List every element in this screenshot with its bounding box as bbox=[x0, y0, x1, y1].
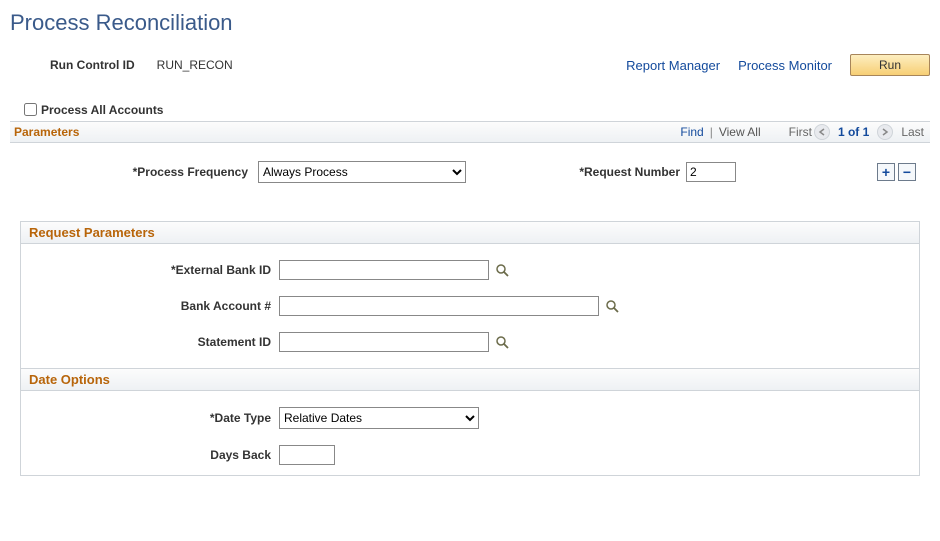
parameters-bar: Parameters Find | View All First 1 of 1 … bbox=[10, 121, 930, 143]
days-back-row: Days Back bbox=[21, 445, 919, 465]
request-number-label: *Request Number bbox=[556, 165, 686, 179]
prev-icon[interactable] bbox=[814, 124, 830, 140]
process-frequency-select[interactable]: Always Process bbox=[258, 161, 466, 183]
request-parameters-section: Request Parameters *External Bank ID Ban… bbox=[20, 221, 920, 476]
lookup-icon[interactable] bbox=[603, 297, 621, 315]
run-control-label: Run Control ID bbox=[50, 58, 135, 72]
process-monitor-link[interactable]: Process Monitor bbox=[738, 58, 832, 73]
statement-id-row: Statement ID bbox=[21, 332, 919, 352]
process-all-checkbox[interactable] bbox=[24, 103, 37, 116]
request-number-input[interactable] bbox=[686, 162, 736, 182]
first-label: First bbox=[789, 125, 812, 139]
run-control-value: RUN_RECON bbox=[157, 58, 233, 72]
add-row-icon[interactable]: + bbox=[877, 163, 895, 181]
run-button[interactable]: Run bbox=[850, 54, 930, 76]
run-control-row: Run Control ID RUN_RECON Report Manager … bbox=[50, 54, 930, 76]
date-type-row: *Date Type Relative Dates bbox=[21, 407, 919, 429]
request-parameters-title: Request Parameters bbox=[21, 222, 919, 244]
process-frequency-label: *Process Frequency bbox=[10, 165, 258, 179]
days-back-input[interactable] bbox=[279, 445, 335, 465]
lookup-icon[interactable] bbox=[493, 261, 511, 279]
external-bank-row: *External Bank ID bbox=[21, 260, 919, 280]
statement-id-label: Statement ID bbox=[21, 335, 279, 349]
bank-account-label: Bank Account # bbox=[21, 299, 279, 313]
delete-row-icon[interactable]: − bbox=[898, 163, 916, 181]
bank-account-row: Bank Account # bbox=[21, 296, 919, 316]
frequency-row: *Process Frequency Always Process *Reque… bbox=[10, 161, 930, 183]
parameters-title: Parameters bbox=[14, 125, 680, 139]
bank-account-input[interactable] bbox=[279, 296, 599, 316]
report-manager-link[interactable]: Report Manager bbox=[626, 58, 720, 73]
process-all-label: Process All Accounts bbox=[41, 103, 163, 117]
find-link[interactable]: Find bbox=[680, 125, 703, 139]
date-type-select[interactable]: Relative Dates bbox=[279, 407, 479, 429]
view-all-link[interactable]: View All bbox=[719, 125, 761, 139]
last-label: Last bbox=[901, 125, 924, 139]
date-options-title: Date Options bbox=[21, 368, 919, 391]
process-all-row: Process All Accounts bbox=[20, 100, 930, 119]
date-type-label: *Date Type bbox=[21, 411, 279, 425]
statement-id-input[interactable] bbox=[279, 332, 489, 352]
external-bank-input[interactable] bbox=[279, 260, 489, 280]
days-back-label: Days Back bbox=[21, 448, 279, 462]
record-counter: 1 of 1 bbox=[838, 125, 869, 139]
separator: | bbox=[710, 125, 713, 139]
external-bank-label: *External Bank ID bbox=[21, 263, 279, 277]
page-title: Process Reconciliation bbox=[10, 10, 930, 36]
next-icon[interactable] bbox=[877, 124, 893, 140]
lookup-icon[interactable] bbox=[493, 333, 511, 351]
